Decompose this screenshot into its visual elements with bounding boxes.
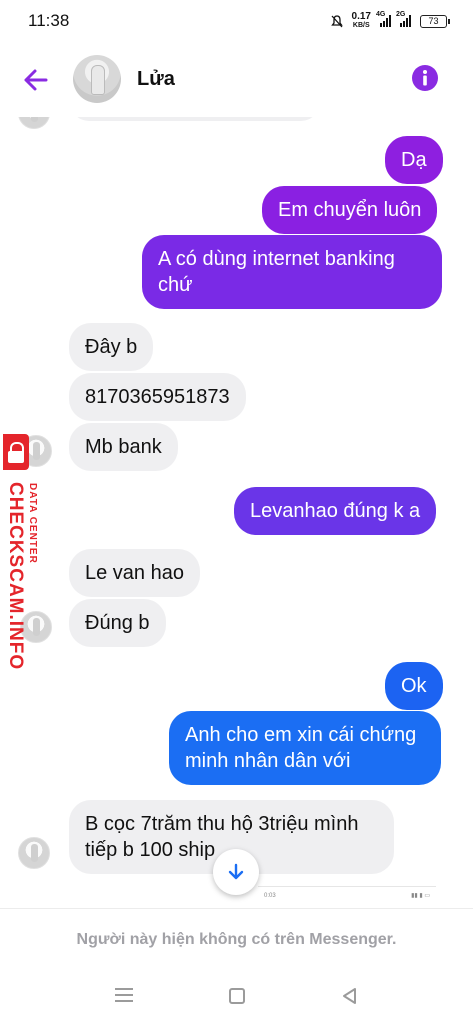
message-line: B cọc 7trăm thu hộ 3triệu mình <box>85 813 359 835</box>
status-icons: 0.17 KB/S 4G 2G 73 <box>330 11 450 30</box>
status-time: 11:38 <box>28 11 70 30</box>
embedded-icons: ▮▮ ▮ ▭ <box>411 893 430 899</box>
message-line: Anh cho em xin cái chứng <box>185 724 417 746</box>
arrow-down-icon <box>228 863 244 880</box>
message-bubble-out[interactable]: Em chuyển luôn <box>262 186 438 234</box>
watermark: CHECKSCAM.INFO DATA CENTER <box>0 434 38 670</box>
embedded-status-fragment: 0:03 ▮▮ ▮ ▭ <box>258 886 436 904</box>
message-bubble-in[interactable]: Đúng b <box>69 599 166 647</box>
footer: Người này hiện không có trên Messenger. <box>0 908 473 1024</box>
nav-back-icon[interactable] <box>341 987 357 1005</box>
message-bubble-out[interactable]: Ok <box>385 662 443 710</box>
nav-menu-icon[interactable] <box>115 988 133 1004</box>
message-bubble-in[interactable]: 8170365951873 <box>69 373 246 421</box>
signal-4g-icon: 4G <box>376 11 391 27</box>
info-icon[interactable] <box>411 64 439 92</box>
chat-header: Lửa <box>0 42 473 117</box>
battery-icon: 73 <box>420 14 450 28</box>
previous-message-fragment <box>70 117 320 121</box>
sender-avatar <box>18 117 50 129</box>
unavailable-notice: Người này hiện không có trên Messenger. <box>76 931 397 948</box>
message-bubble-in[interactable]: Mb bank <box>69 423 178 471</box>
message-bubble-out[interactable]: Levanhao đúng k a <box>234 487 437 535</box>
message-bubble-out[interactable]: A có dùng internet banking chứ <box>142 235 442 309</box>
message-list[interactable]: Dạ Em chuyển luôn A có dùng internet ban… <box>0 117 473 907</box>
message-bubble-in[interactable]: Le van hao <box>69 549 200 597</box>
message-line: A có dùng internet banking <box>158 248 395 270</box>
status-bar: 11:38 0.17 KB/S 4G 2G 73 <box>0 0 473 42</box>
message-line: chứ <box>158 274 193 296</box>
mute-icon <box>330 14 343 27</box>
message-bubble-out[interactable]: Dạ <box>385 136 443 184</box>
network-speed: 0.17 KB/S <box>351 11 371 30</box>
signal-2g-icon: 2G <box>396 11 411 27</box>
scroll-down-button[interactable] <box>213 849 259 895</box>
avatar-figure <box>91 65 105 95</box>
embedded-time: 0:03 <box>264 892 276 899</box>
message-bubble-in[interactable]: Đây b <box>69 323 154 371</box>
lock-icon <box>3 434 29 470</box>
contact-avatar[interactable] <box>73 55 121 103</box>
nav-home-icon[interactable] <box>229 988 245 1004</box>
watermark-main-text: CHECKSCAM.INFO <box>5 482 26 671</box>
contact-name[interactable]: Lửa <box>137 68 175 91</box>
message-bubble-out[interactable]: Anh cho em xin cái chứng minh nhân dân v… <box>169 711 441 785</box>
sender-avatar <box>18 837 50 869</box>
message-line: minh nhân dân với <box>185 750 351 772</box>
back-arrow-icon[interactable] <box>20 64 52 96</box>
watermark-sub-text: DATA CENTER <box>27 483 38 564</box>
